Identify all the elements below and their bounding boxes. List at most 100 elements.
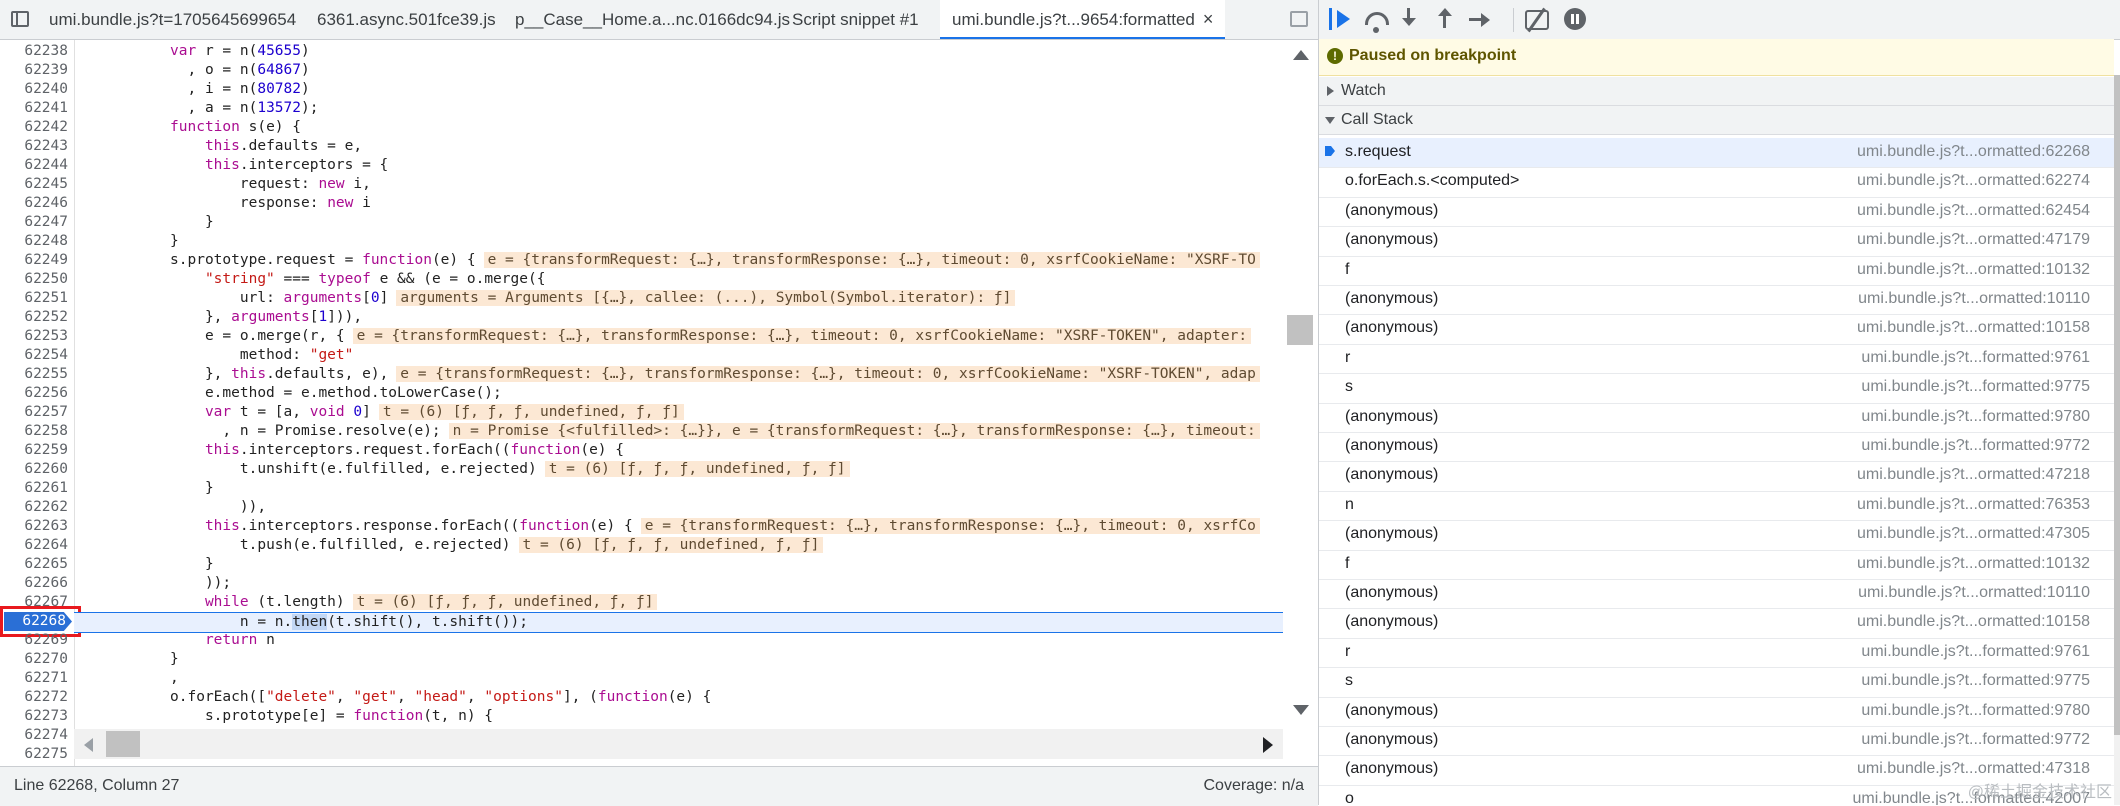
line-number[interactable]: 62265 [0, 555, 68, 574]
line-number[interactable]: 62261 [0, 479, 68, 498]
line-number[interactable]: 62272 [0, 688, 68, 707]
line-number[interactable]: 62250 [0, 270, 68, 289]
call-frame-row[interactable]: (anonymous) umi.bundle.js?t...ormatted:47… [1319, 461, 2114, 492]
line-number[interactable]: 62259 [0, 441, 68, 460]
line-number[interactable]: 62273 [0, 707, 68, 726]
watch-section-header[interactable]: Watch [1319, 77, 2114, 106]
inline-variable-value[interactable]: t = (6) [ƒ, ƒ, ƒ, undefined, ƒ, ƒ] [352, 594, 658, 610]
line-number[interactable]: 62253 [0, 327, 68, 346]
line-number[interactable]: 62264 [0, 536, 68, 555]
line-number[interactable]: 62255 [0, 365, 68, 384]
call-frame-location[interactable]: umi.bundle.js?t...formatted:9761 [1861, 643, 2090, 661]
call-frame-location[interactable]: umi.bundle.js?t...ormatted:47305 [1857, 525, 2090, 543]
scroll-up-icon[interactable] [1293, 50, 1309, 60]
scroll-right-icon[interactable] [1263, 737, 1273, 753]
call-frame-row[interactable]: f umi.bundle.js?t...ormatted:10132 [1319, 550, 2114, 580]
line-number[interactable]: 62266 [0, 574, 68, 593]
editor-vertical-scrollbar[interactable] [1283, 40, 1318, 766]
panel-toggle-icon[interactable] [11, 11, 29, 27]
call-frame-location[interactable]: umi.bundle.js?t...ormatted:10132 [1857, 555, 2090, 573]
call-frame-row[interactable]: (anonymous) umi.bundle.js?t...formatted:9… [1319, 403, 2114, 433]
call-frame-location[interactable]: umi.bundle.js?t...ormatted:62454 [1857, 202, 2090, 220]
call-frame-row[interactable]: r umi.bundle.js?t...formatted:9761 [1319, 344, 2114, 375]
scroll-thumb[interactable] [1287, 315, 1313, 345]
call-frame-location[interactable]: umi.bundle.js?t...formatted:9772 [1861, 437, 2090, 455]
tab-script-snippet[interactable]: Script snippet #1 [792, 0, 919, 39]
callstack-section-header[interactable]: Call Stack [1319, 106, 2114, 135]
close-icon[interactable]: × [1203, 9, 1214, 29]
line-number[interactable]: 62245 [0, 175, 68, 194]
line-number[interactable]: 62238 [0, 42, 68, 61]
call-frame-location[interactable]: umi.bundle.js?t...ormatted:47179 [1857, 231, 2090, 249]
line-number[interactable]: 62248 [0, 232, 68, 251]
line-number[interactable]: 62256 [0, 384, 68, 403]
step-out-icon[interactable] [1433, 8, 1457, 30]
call-frame-row[interactable]: s umi.bundle.js?t...formatted:9775 [1319, 373, 2114, 404]
call-frame-location[interactable]: umi.bundle.js?t...formatted:9775 [1861, 378, 2090, 396]
call-frame-row[interactable]: s umi.bundle.js?t...formatted:9775 [1319, 667, 2114, 698]
inline-variable-value[interactable]: t = (6) [ƒ, ƒ, ƒ, undefined, ƒ, ƒ] [378, 404, 684, 420]
call-frame-row[interactable]: (anonymous) umi.bundle.js?t...ormatted:10… [1319, 608, 2114, 639]
call-frame-location[interactable]: umi.bundle.js?t...ormatted:47218 [1857, 466, 2090, 484]
deactivate-breakpoints-icon[interactable] [1525, 10, 1549, 30]
call-frame-location[interactable]: umi.bundle.js?t...formatted:9780 [1861, 702, 2090, 720]
line-number[interactable]: 62275 [0, 745, 68, 764]
line-number[interactable]: 62240 [0, 80, 68, 99]
line-number[interactable]: 62270 [0, 650, 68, 669]
step-into-icon[interactable] [1397, 8, 1421, 30]
call-frame-location[interactable]: umi.bundle.js?t...formatted:9761 [1861, 349, 2090, 367]
call-frame-row[interactable]: o.forEach.s.<computed> umi.bundle.js?t...… [1319, 167, 2114, 198]
line-number[interactable]: 62254 [0, 346, 68, 365]
call-frame-row[interactable]: (anonymous) umi.bundle.js?t...ormatted:62… [1319, 197, 2114, 228]
call-frame-row[interactable]: (anonymous) umi.bundle.js?t...formatted:9… [1319, 726, 2114, 757]
call-frame-row[interactable]: (anonymous) umi.bundle.js?t...formatted:9… [1319, 697, 2114, 727]
sidebar-vertical-scrollbar[interactable] [2114, 75, 2120, 805]
line-number[interactable]: 62251 [0, 289, 68, 308]
call-frame-row[interactable]: (anonymous) umi.bundle.js?t...ormatted:10… [1319, 579, 2114, 610]
inline-variable-value[interactable]: t = (6) [ƒ, ƒ, ƒ, undefined, ƒ, ƒ] [518, 537, 824, 553]
resume-icon[interactable] [1329, 8, 1356, 30]
call-frame-row[interactable]: (anonymous) umi.bundle.js?t...ormatted:47… [1319, 226, 2114, 257]
line-number[interactable]: 62242 [0, 118, 68, 137]
line-number[interactable]: 62271 [0, 669, 68, 688]
call-frame-row[interactable]: f umi.bundle.js?t...ormatted:10132 [1319, 256, 2114, 286]
call-frame-row[interactable]: r umi.bundle.js?t...formatted:9761 [1319, 638, 2114, 669]
call-frame-row[interactable]: (anonymous) umi.bundle.js?t...ormatted:10… [1319, 314, 2114, 345]
call-frame-row[interactable]: (anonymous) umi.bundle.js?t...ormatted:47… [1319, 520, 2114, 551]
line-number[interactable]: 62263 [0, 517, 68, 536]
inline-variable-value[interactable]: e = {transformRequest: {…}, transformRes… [396, 366, 1260, 382]
call-frame-location[interactable]: umi.bundle.js?t...formatted:9772 [1861, 731, 2090, 749]
line-number[interactable]: 62260 [0, 460, 68, 479]
call-frame-location[interactable]: umi.bundle.js?t...ormatted:10110 [1858, 290, 2090, 308]
call-frame-location[interactable]: umi.bundle.js?t...formatted:9775 [1861, 672, 2090, 690]
line-number[interactable]: 62243 [0, 137, 68, 156]
call-frame-location[interactable]: umi.bundle.js?t...ormatted:10158 [1857, 319, 2090, 337]
line-number-gutter[interactable]: 62238 62239 62240 62241 62242 62243 62244 62245… [0, 40, 81, 766]
call-frame-location[interactable]: umi.bundle.js?t...ormatted:62274 [1857, 172, 2090, 190]
call-frame-location[interactable]: umi.bundle.js?t...ormatted:10132 [1857, 261, 2090, 279]
inline-variable-value[interactable]: n = Promise {<fulfilled>: {…}}, e = {tra… [448, 423, 1260, 439]
line-number[interactable]: 62244 [0, 156, 68, 175]
line-number[interactable]: 62269 [0, 631, 68, 650]
line-number[interactable]: 62258 [0, 422, 68, 441]
code-editor[interactable]: 62238 62239 62240 62241 62242 62243 62244 62245… [0, 40, 1283, 766]
inline-variable-value[interactable]: e = {transformRequest: {…}, transformRes… [352, 328, 1252, 344]
scroll-left-icon[interactable] [84, 738, 93, 752]
call-frame-location[interactable]: umi.bundle.js?t...ormatted:47318 [1857, 760, 2090, 778]
step-icon[interactable] [1469, 8, 1493, 30]
line-number[interactable]: 62257 [0, 403, 68, 422]
step-over-icon[interactable] [1365, 12, 1389, 33]
line-number[interactable]: 62252 [0, 308, 68, 327]
tab-umi-bundle[interactable]: umi.bundle.js?t=1705645699654 [49, 0, 296, 39]
scroll-down-icon[interactable] [1293, 705, 1309, 715]
line-number[interactable]: 62246 [0, 194, 68, 213]
call-frame-row[interactable]: (anonymous) umi.bundle.js?t...ormatted:10… [1319, 285, 2114, 316]
tab-umi-bundle-formatted[interactable]: umi.bundle.js?t...9654:formatted × [940, 0, 1226, 39]
call-frame-location[interactable]: umi.bundle.js?t...ormatted:76353 [1857, 496, 2090, 514]
line-number[interactable]: 62241 [0, 99, 68, 118]
call-frame-location[interactable]: umi.bundle.js?t...ormatted:10110 [1858, 584, 2090, 602]
line-number[interactable]: 62262 [0, 498, 68, 517]
scroll-thumb[interactable] [2114, 75, 2120, 735]
call-frame-location[interactable]: umi.bundle.js?t...formatted:9780 [1861, 408, 2090, 426]
tab-case-home[interactable]: p__Case__Home.a...nc.0166dc94.js [515, 0, 790, 39]
